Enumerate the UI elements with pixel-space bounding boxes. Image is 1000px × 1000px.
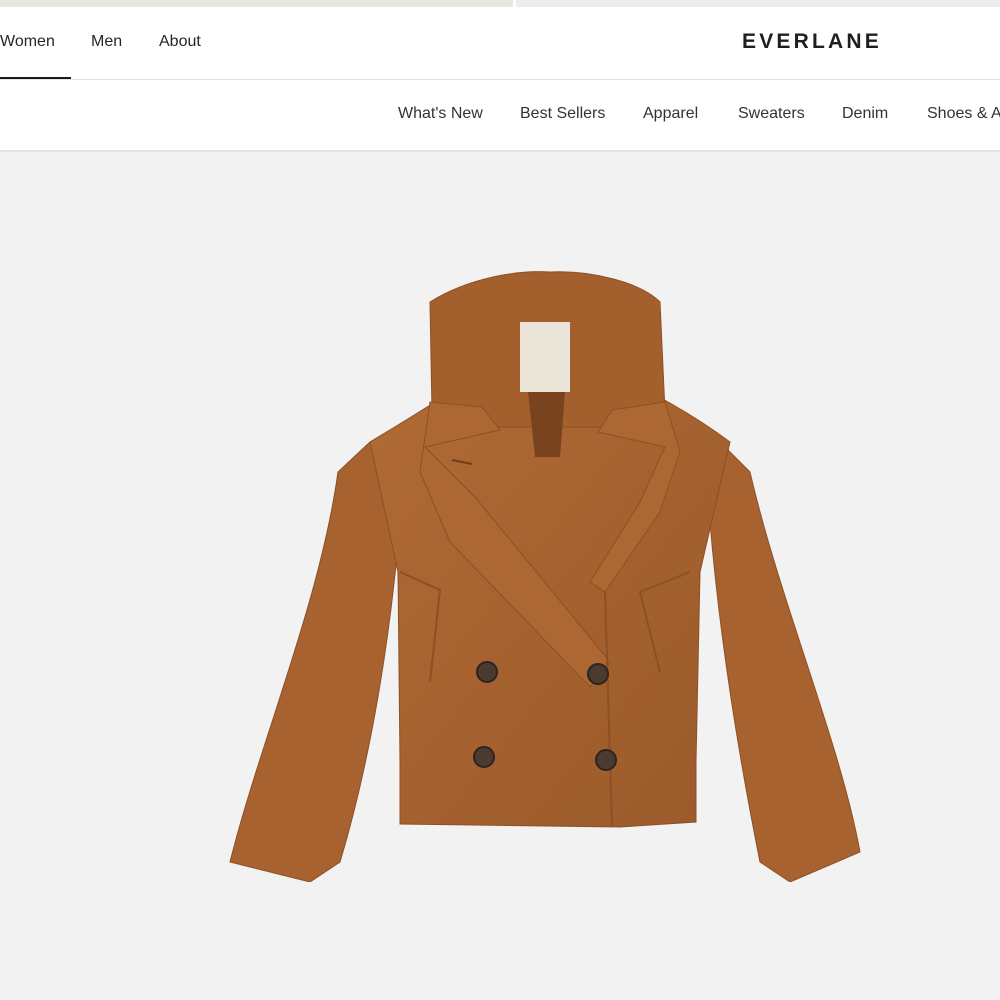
tab-about[interactable]: About	[159, 8, 201, 79]
category-denim[interactable]: Denim	[842, 80, 888, 150]
category-whats-new[interactable]: What's New	[398, 80, 483, 150]
banner-image-left	[0, 0, 513, 7]
product-image-peacoat[interactable]	[220, 242, 880, 882]
banner-image-right	[516, 0, 1000, 7]
category-best-sellers[interactable]: Best Sellers	[520, 80, 605, 150]
top-banner-strip	[0, 0, 1000, 8]
tab-men[interactable]: Men	[91, 8, 122, 79]
product-hero	[0, 152, 1000, 1000]
category-apparel[interactable]: Apparel	[643, 80, 698, 150]
category-sweaters[interactable]: Sweaters	[738, 80, 805, 150]
site-header: Women Men About EVERLANE	[0, 8, 1000, 80]
category-nav: What's New Best Sellers Apparel Sweaters…	[0, 80, 1000, 150]
category-shoes-and-accessories[interactable]: Shoes & A	[927, 80, 1000, 150]
tab-women[interactable]: Women	[0, 8, 71, 79]
everlane-logo[interactable]: EVERLANE	[742, 8, 882, 79]
